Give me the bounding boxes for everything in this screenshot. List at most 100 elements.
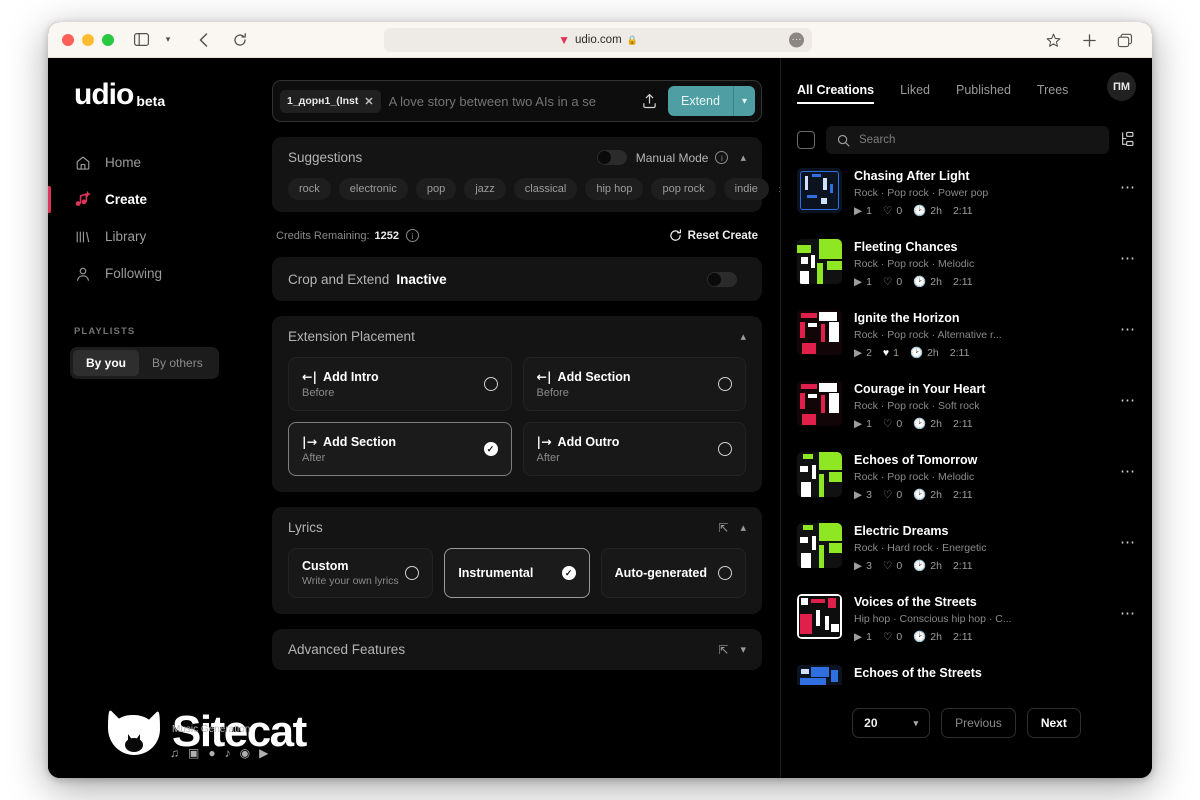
track-list-item[interactable]: Courage in Your Heart Rock · Pop rock · … <box>797 381 1136 452</box>
playlist-filter-toggle[interactable]: By you By others <box>70 347 219 379</box>
tab-published[interactable]: Published <box>956 83 1011 104</box>
info-icon[interactable]: i <box>715 151 729 164</box>
extend-button-group[interactable]: Extend ▾ <box>668 86 755 116</box>
radio-button[interactable] <box>717 566 732 580</box>
maximize-window-button[interactable] <box>102 33 114 46</box>
like-count: ♥ 1 <box>882 346 899 359</box>
address-bar[interactable]: ▼ udio.com 🔒 ⋯ <box>384 28 812 52</box>
track-list-item[interactable]: Echoes of Tomorrow Rock · Pop rock · Mel… <box>797 452 1136 523</box>
option-add-outro-after[interactable]: |→ Add Outro After <box>522 422 746 476</box>
playlist-filter-by-you[interactable]: By you <box>73 350 140 376</box>
radio-button[interactable] <box>483 377 498 391</box>
back-button[interactable] <box>190 27 216 53</box>
close-window-button[interactable] <box>62 33 74 46</box>
plus-icon[interactable] <box>1076 27 1102 53</box>
prompt-source-chip[interactable]: 1_дорн1_(Inst ✕ <box>280 89 381 113</box>
track-list-item[interactable]: Chasing After Light Rock · Pop rock · Po… <box>797 168 1136 239</box>
radio-button-selected[interactable]: ✓ <box>561 566 576 580</box>
radio-button[interactable] <box>405 566 420 580</box>
window-traffic-lights[interactable] <box>62 33 114 46</box>
avatar[interactable]: ПМ <box>1107 72 1136 101</box>
chevron-down-icon[interactable]: ▾ <box>740 643 746 656</box>
tab-liked[interactable]: Liked <box>900 83 930 104</box>
extend-button[interactable]: Extend <box>668 86 733 116</box>
sidebar-item-following[interactable]: Following <box>48 255 258 292</box>
chevron-up-icon[interactable]: ▴ <box>740 151 746 164</box>
radio-button[interactable] <box>718 377 732 391</box>
suggestion-tag[interactable]: pop rock <box>651 178 716 200</box>
sidebar-toggle-icon[interactable] <box>128 27 154 53</box>
expand-icon[interactable]: ⇱ <box>718 521 728 535</box>
select-all-checkbox[interactable] <box>797 131 815 149</box>
chevron-down-icon[interactable]: ▾ <box>732 86 755 116</box>
star-icon[interactable] <box>1040 27 1066 53</box>
search-input[interactable]: Search <box>826 126 1109 154</box>
brand-logo[interactable]: udio beta <box>48 80 285 110</box>
tab-trees[interactable]: Trees <box>1037 83 1069 104</box>
more-options-icon[interactable]: ⋯ <box>1120 523 1136 551</box>
suggestion-tag[interactable]: jazz <box>464 178 506 200</box>
expand-icon[interactable]: ⇱ <box>718 643 728 657</box>
track-list-item[interactable]: Ignite the Horizon Rock · Pop rock · Alt… <box>797 310 1136 381</box>
option-add-section-before[interactable]: ←| Add Section Before <box>522 357 746 411</box>
radio-button-selected[interactable]: ✓ <box>483 442 498 456</box>
advanced-features-panel[interactable]: Advanced Features ⇱ ▾ <box>272 629 762 670</box>
info-icon[interactable]: i <box>406 229 420 242</box>
more-options-icon[interactable]: ⋯ <box>1120 239 1136 267</box>
lyrics-option-auto-generated[interactable]: Auto-generated <box>600 548 746 598</box>
sidebar-item-home[interactable]: Home <box>48 144 258 181</box>
tab-all-creations[interactable]: All Creations <box>797 83 875 104</box>
chevron-up-icon[interactable]: ▴ <box>740 521 746 534</box>
more-options-icon[interactable]: ⋯ <box>1120 381 1136 409</box>
close-icon[interactable]: ✕ <box>364 95 373 108</box>
playlist-filter-by-others[interactable]: By others <box>139 350 216 376</box>
option-add-intro-before[interactable]: ←| Add Intro Before <box>288 357 512 411</box>
suggestion-tag[interactable]: hip hop <box>585 178 644 200</box>
more-options-icon[interactable]: ⋯ <box>1120 310 1136 338</box>
tree-view-icon[interactable] <box>1120 131 1136 150</box>
age: 🕑 2h <box>913 275 942 289</box>
track-list-item[interactable]: Fleeting Chances Rock · Pop rock · Melod… <box>797 239 1136 310</box>
chevron-down-icon[interactable]: ▾ <box>155 27 181 53</box>
crop-and-extend-panel[interactable]: Crop and Extend Inactive <box>272 257 762 301</box>
track-list-item[interactable]: Echoes of the Streets <box>797 665 1136 691</box>
sidebar-item-create[interactable]: Create <box>48 181 258 218</box>
track-list-item[interactable]: Voices of the Streets Hip hop · Consciou… <box>797 594 1136 665</box>
suggestion-tag[interactable]: rock <box>288 178 331 200</box>
suggestion-tag[interactable]: electronic <box>338 178 408 200</box>
chevron-up-icon[interactable]: ▴ <box>740 330 746 343</box>
suggestion-tag[interactable]: pop <box>415 178 457 200</box>
extension-placement-header[interactable]: Extension Placement ▴ <box>272 316 762 357</box>
prompt-bar[interactable]: 1_дорн1_(Inst ✕ Extend ▾ <box>272 80 762 122</box>
option-title: Auto-generated <box>614 566 708 580</box>
ellipsis-icon[interactable]: ⋯ <box>789 32 804 48</box>
more-options-icon[interactable]: ⋯ <box>1120 452 1136 480</box>
sidebar-item-library[interactable]: Library <box>48 218 258 255</box>
more-options-icon[interactable]: ⋯ <box>1120 594 1136 622</box>
lyrics-header[interactable]: Lyrics ⇱ ▴ <box>272 507 762 548</box>
suggestions-header[interactable]: Suggestions Manual Mode i ▴ <box>272 137 762 178</box>
lyrics-option-instrumental[interactable]: Instrumental ✓ <box>444 548 590 598</box>
previous-page-button[interactable]: Previous <box>941 708 1016 738</box>
manual-mode-toggle[interactable] <box>596 150 627 165</box>
lyrics-option-custom[interactable]: Custom Write your own lyrics <box>288 548 434 598</box>
upload-icon[interactable] <box>638 93 660 109</box>
minimize-window-button[interactable] <box>82 33 94 46</box>
more-options-icon[interactable]: ⋯ <box>1120 168 1136 196</box>
next-page-button[interactable]: Next <box>1026 708 1081 738</box>
radio-button[interactable] <box>718 442 732 456</box>
option-add-section-after[interactable]: |→ Add Section After ✓ <box>288 422 512 476</box>
page-size-select[interactable]: 20 ▾ <box>852 708 931 738</box>
suggestion-tag[interactable]: indie <box>723 178 769 200</box>
tab-overview-icon[interactable] <box>1112 27 1138 53</box>
advanced-features-header[interactable]: Advanced Features ⇱ ▾ <box>272 629 762 670</box>
suggestion-tag[interactable]: classical <box>513 178 578 200</box>
track-list-item[interactable]: Electric Dreams Rock · Hard rock · Energ… <box>797 523 1136 594</box>
chevron-down-icon: ▾ <box>913 717 919 728</box>
prompt-input[interactable] <box>388 93 631 109</box>
reset-create-button[interactable]: Reset Create <box>669 229 758 242</box>
track-artwork <box>797 239 842 284</box>
reload-icon[interactable] <box>227 27 253 53</box>
crop-extend-toggle[interactable] <box>707 271 737 287</box>
page-size-value: 20 <box>864 716 878 730</box>
